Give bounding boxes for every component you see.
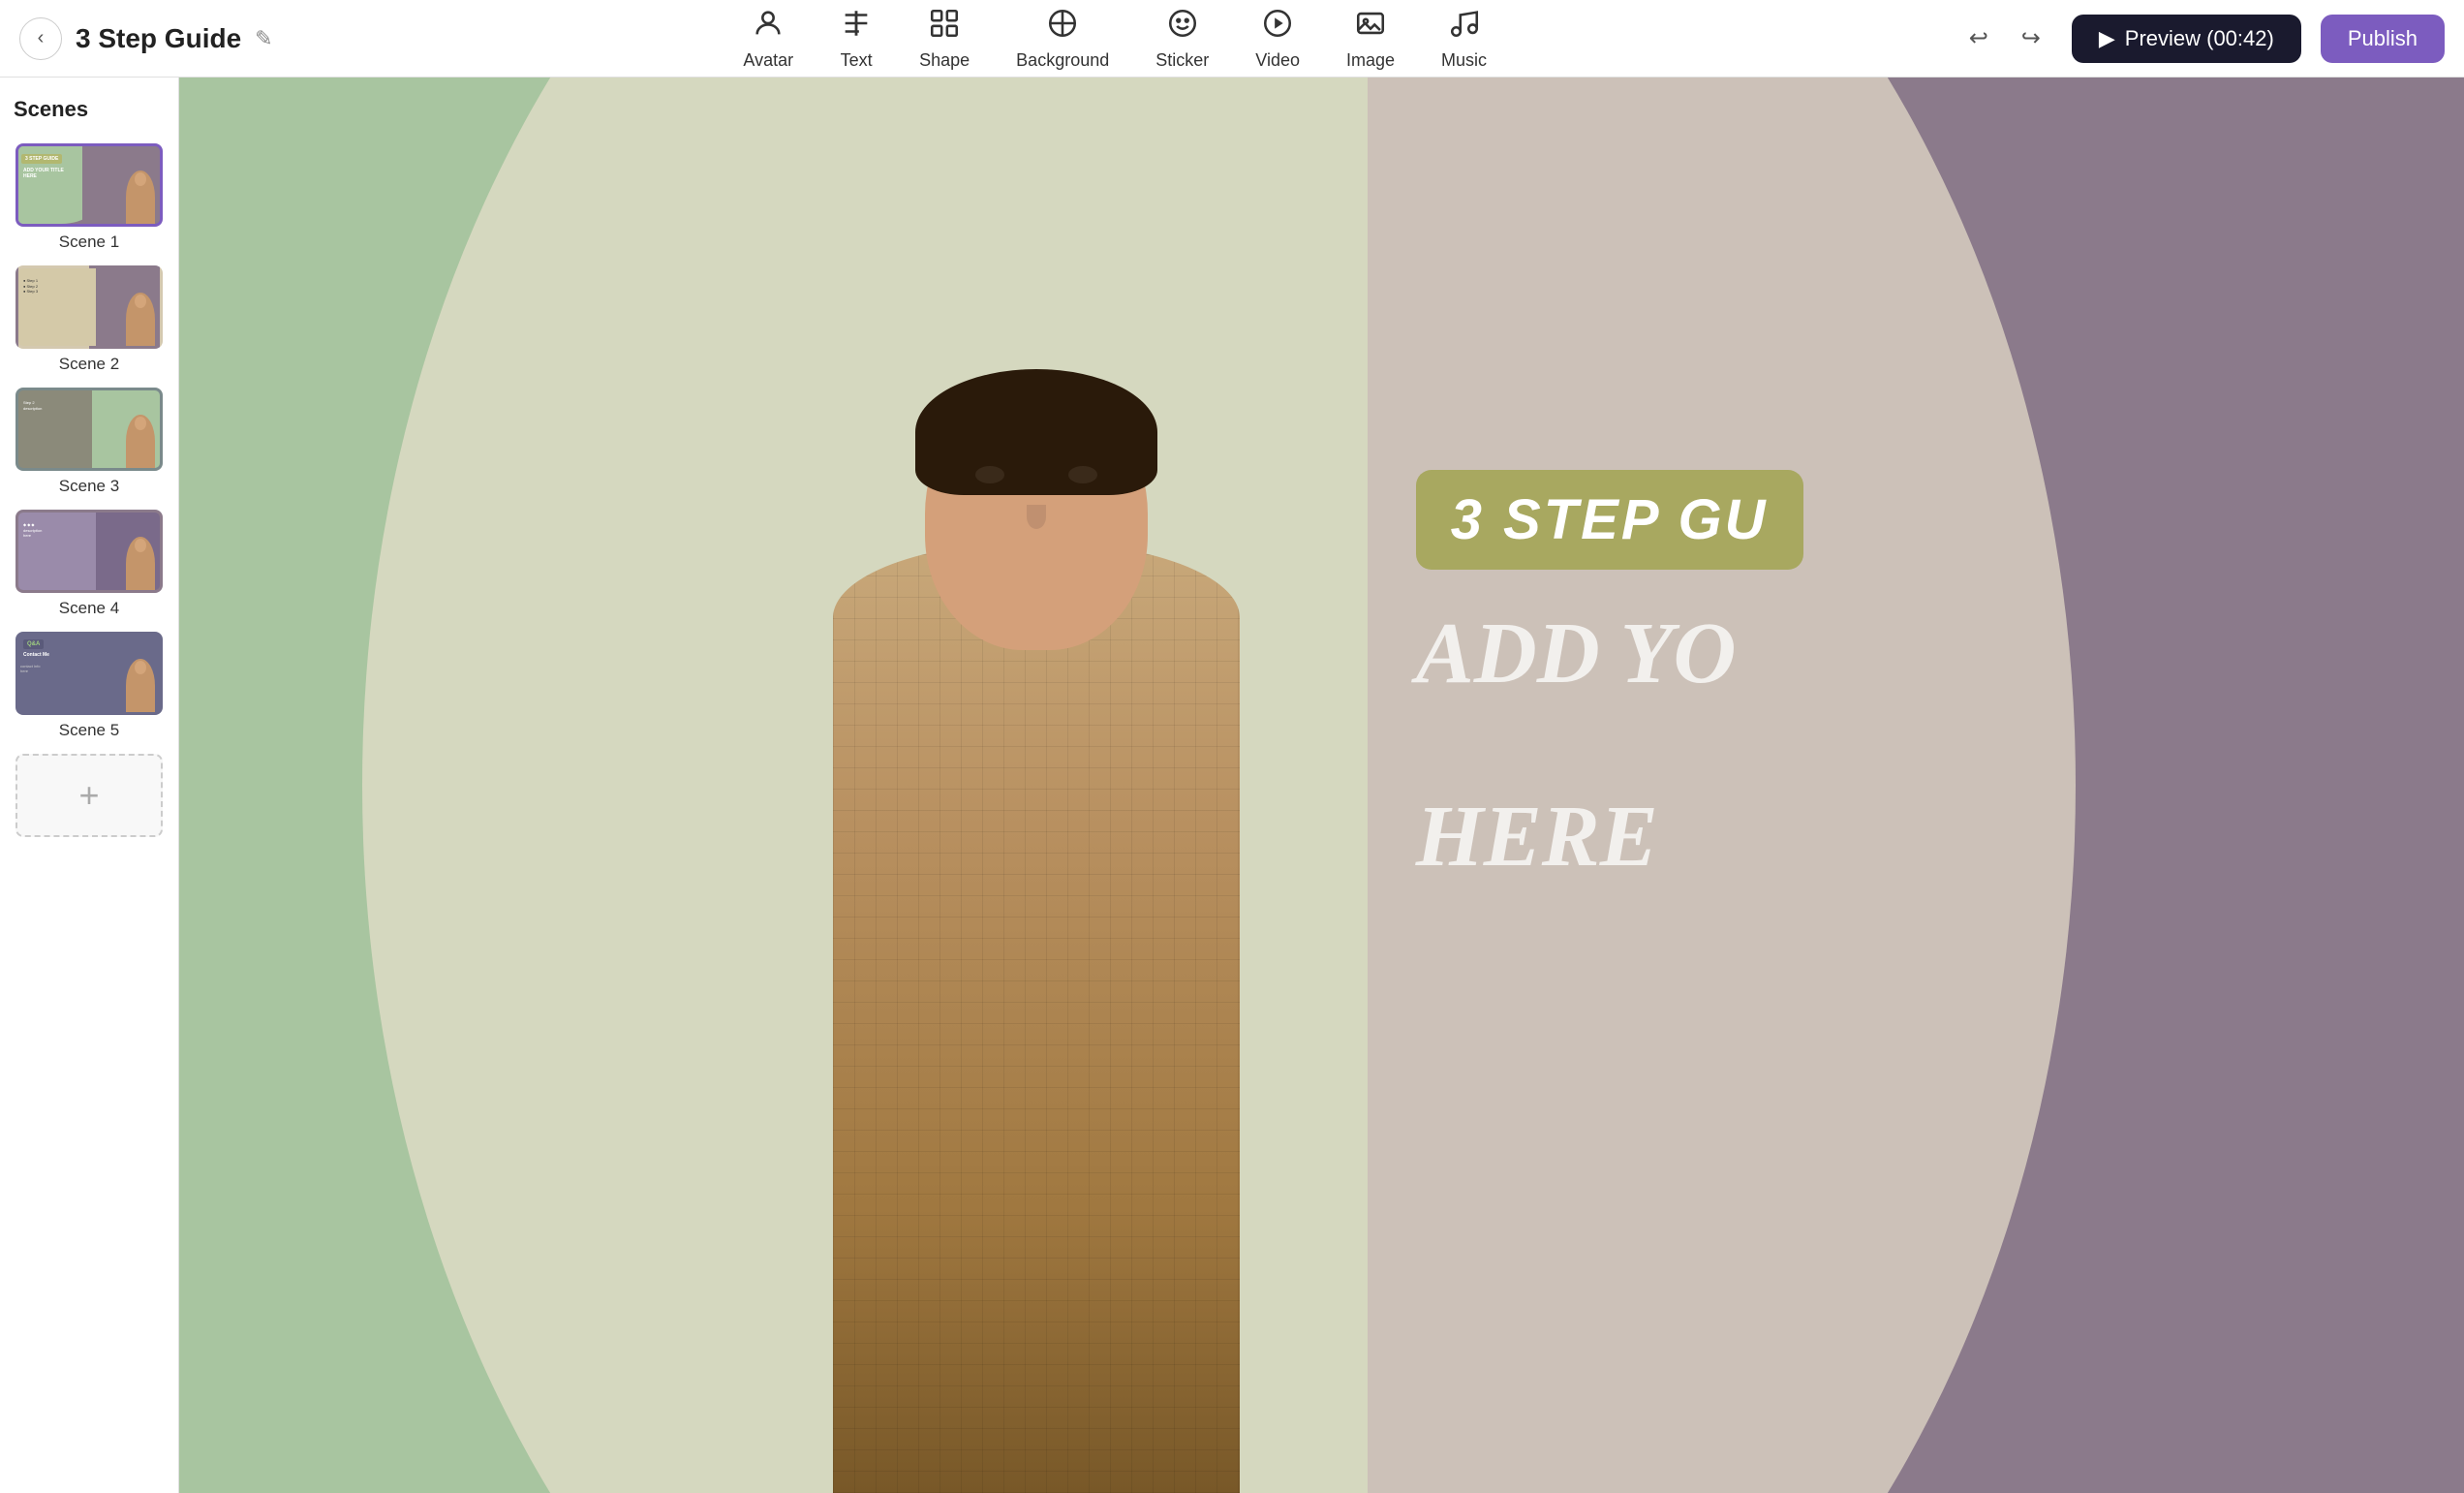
tool-text[interactable]: Text xyxy=(840,7,873,71)
video-icon xyxy=(1261,7,1294,45)
canvas-scene: 3 STEP GU ADD YO HERE xyxy=(179,78,2464,1493)
image-label: Image xyxy=(1346,50,1395,71)
scenes-heading: Scenes xyxy=(14,97,165,122)
preview-play-icon: ▶ xyxy=(2099,26,2115,51)
toolbar-right: ↩ ↪ ▶ Preview (00:42) Publish xyxy=(1957,15,2445,63)
toolbar: ‹ 3 Step Guide ✎ Avatar Text xyxy=(0,0,2464,78)
scene3-thumbnail[interactable]: Step 2description xyxy=(15,388,163,471)
scene5-qa-badge: Q&A xyxy=(23,639,44,649)
scene2-mini: ● Step 1● Step 2● Step 3 xyxy=(18,268,160,346)
avatar-nose xyxy=(1027,505,1046,529)
avatar-right-eye xyxy=(1068,466,1097,483)
scene4-mini: ◆ ◆ ◆descriptionhere xyxy=(18,513,160,590)
avatar-shirt xyxy=(833,542,1240,1493)
sticker-icon xyxy=(1166,7,1199,45)
shape-label: Shape xyxy=(919,50,970,71)
preview-button[interactable]: ▶ Preview (00:42) xyxy=(2072,15,2301,63)
redo-button[interactable]: ↪ xyxy=(2010,17,2052,60)
add-scene-item[interactable]: + xyxy=(14,754,165,837)
add-scene-icon: + xyxy=(78,775,99,816)
avatar-icon xyxy=(752,7,785,45)
tool-video[interactable]: Video xyxy=(1255,7,1300,71)
scene5-sub-text: contact infohere xyxy=(20,664,40,673)
canvas-area[interactable]: 3 STEP GU ADD YO HERE xyxy=(179,78,2464,1493)
scene3-text: Step 2description xyxy=(21,398,89,413)
tool-shape[interactable]: Shape xyxy=(919,7,970,71)
avatar-figure xyxy=(794,134,1278,1493)
image-icon xyxy=(1354,7,1387,45)
scene4-label: Scene 4 xyxy=(59,599,119,618)
scene5-label: Scene 5 xyxy=(59,721,119,740)
toolbar-left: ‹ 3 Step Guide ✎ xyxy=(19,17,273,60)
canvas-main-title[interactable]: ADD YO HERE xyxy=(1416,608,2416,884)
scene3-mini: Step 2description xyxy=(18,390,160,468)
background-icon xyxy=(1046,7,1079,45)
sticker-label: Sticker xyxy=(1155,50,1209,71)
scene3-mini-person xyxy=(126,415,155,468)
tool-background[interactable]: Background xyxy=(1016,7,1109,71)
undo-button[interactable]: ↩ xyxy=(1957,17,2000,60)
scene1-mini-text: ADD YOUR TITLEHERE xyxy=(20,168,126,179)
step-guide-text: 3 STEP GU xyxy=(1451,488,1769,551)
scene3-label: Scene 3 xyxy=(59,477,119,496)
sidebar: Scenes 3 STEP GUIDE ADD YOUR TITLEHERE S… xyxy=(0,78,179,1493)
sidebar-item-scene2[interactable]: ● Step 1● Step 2● Step 3 Scene 2 xyxy=(14,265,165,374)
sidebar-item-scene4[interactable]: ◆ ◆ ◆descriptionhere Scene 4 xyxy=(14,510,165,618)
redo-icon: ↪ xyxy=(2021,24,2041,52)
shape-icon xyxy=(928,7,961,45)
scene5-mini: Q&A Contact Me contact infohere xyxy=(18,635,160,712)
project-title: 3 Step Guide xyxy=(76,23,241,54)
avatar-hair xyxy=(915,369,1157,495)
scene2-mini-person xyxy=(126,293,155,346)
sidebar-item-scene5[interactable]: Q&A Contact Me contact infohere Scene 5 xyxy=(14,632,165,740)
toolbar-center: Avatar Text Shape xyxy=(273,7,1957,71)
avatar-head xyxy=(925,389,1148,650)
scene1-mini-badge: 3 STEP GUIDE xyxy=(21,154,62,164)
sidebar-item-scene3[interactable]: Step 2description Scene 3 xyxy=(14,388,165,496)
text-label: Text xyxy=(841,50,873,71)
text-icon xyxy=(840,7,873,45)
scene1-mini: 3 STEP GUIDE ADD YOUR TITLEHERE xyxy=(18,146,160,224)
scene2-thumbnail[interactable]: ● Step 1● Step 2● Step 3 xyxy=(15,265,163,349)
scene4-text: ◆ ◆ ◆descriptionhere xyxy=(21,520,92,541)
scene5-contact-text: Contact Me xyxy=(23,652,49,658)
video-label: Video xyxy=(1255,50,1300,71)
sidebar-item-scene1[interactable]: 3 STEP GUIDE ADD YOUR TITLEHERE Scene 1 xyxy=(14,143,165,252)
canvas-text-overlay: 3 STEP GU ADD YO HERE xyxy=(1368,431,2464,922)
scene5-thumbnail[interactable]: Q&A Contact Me contact infohere xyxy=(15,632,163,715)
back-icon: ‹ xyxy=(38,27,45,49)
tool-image[interactable]: Image xyxy=(1346,7,1395,71)
scene4-thumbnail[interactable]: ◆ ◆ ◆descriptionhere xyxy=(15,510,163,593)
scene1-label: Scene 1 xyxy=(59,233,119,252)
background-label: Background xyxy=(1016,50,1109,71)
avatar-label: Avatar xyxy=(743,50,793,71)
tool-sticker[interactable]: Sticker xyxy=(1155,7,1209,71)
music-label: Music xyxy=(1441,50,1487,71)
tool-avatar[interactable]: Avatar xyxy=(743,7,793,71)
scene1-mini-person xyxy=(126,171,155,224)
main-content: Scenes 3 STEP GUIDE ADD YOUR TITLEHERE S… xyxy=(0,78,2464,1493)
step-guide-badge[interactable]: 3 STEP GU xyxy=(1416,470,1803,570)
publish-label: Publish xyxy=(2348,26,2418,50)
scene1-thumbnail[interactable]: 3 STEP GUIDE ADD YOUR TITLEHERE xyxy=(15,143,163,227)
scene2-label: Scene 2 xyxy=(59,355,119,374)
music-icon xyxy=(1448,7,1481,45)
scene4-mini-person xyxy=(126,537,155,590)
preview-label: Preview (00:42) xyxy=(2125,26,2274,51)
tool-music[interactable]: Music xyxy=(1441,7,1487,71)
add-scene-button[interactable]: + xyxy=(15,754,163,837)
edit-title-icon[interactable]: ✎ xyxy=(255,26,272,51)
publish-button[interactable]: Publish xyxy=(2321,15,2445,63)
avatar-left-eye xyxy=(975,466,1004,483)
undo-redo-group: ↩ ↪ xyxy=(1957,17,2052,60)
back-button[interactable]: ‹ xyxy=(19,17,62,60)
undo-icon: ↩ xyxy=(1969,24,1988,52)
scene5-mini-person xyxy=(126,659,155,712)
scene2-text: ● Step 1● Step 2● Step 3 xyxy=(21,276,92,296)
